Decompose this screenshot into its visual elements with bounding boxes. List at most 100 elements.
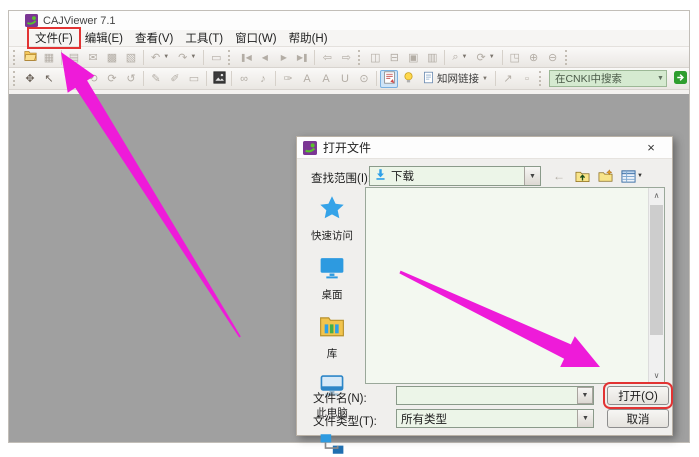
redo-button[interactable]: ↷▼ [174, 48, 200, 66]
menu-item-5[interactable]: 帮助(H) [283, 29, 334, 47]
page-setup-button[interactable]: ▭ [207, 48, 225, 66]
toolbar-grip[interactable] [13, 50, 18, 65]
pencil-tool-button[interactable]: ✎ [147, 70, 165, 88]
snapshot-button[interactable]: ▧ [122, 48, 140, 66]
chevron-down-icon[interactable]: ▼ [462, 54, 468, 60]
toolbar-grip[interactable] [228, 50, 233, 65]
zoom-out-button[interactable]: ⊖ [544, 48, 562, 66]
select-zone-button[interactable]: ◳ [506, 48, 524, 66]
menu-item-1[interactable]: 编辑(E) [79, 29, 129, 47]
highlight-text-button[interactable]: ✑ [279, 70, 297, 88]
save-button[interactable]: ▦ [40, 48, 58, 66]
cnki-link-button[interactable]: 知网链接▼ [418, 70, 492, 88]
stamp-button[interactable]: ▫ [518, 70, 536, 88]
views-icon[interactable]: ▼ [618, 166, 646, 186]
fit-width-button[interactable]: ◫ [366, 48, 384, 66]
menu-item-4[interactable]: 窗口(W) [229, 29, 283, 47]
scroll-down-icon[interactable]: ∨ [649, 368, 664, 383]
rotate-right-button[interactable]: ⟳ [103, 70, 121, 88]
open-file-button[interactable] [21, 48, 39, 66]
rotate-button[interactable]: ⟳▼ [472, 48, 498, 66]
fit-page-button[interactable]: ▣ [404, 48, 422, 66]
toolbar-grip[interactable] [565, 50, 570, 65]
link-tool-button[interactable]: ∞ [235, 70, 253, 88]
search-go-button[interactable]: ▼ [670, 70, 689, 88]
zoom-select-button[interactable]: ⌕▼ [448, 48, 471, 66]
close-icon[interactable]: × [636, 138, 666, 158]
undo-button[interactable]: ↶▼ [147, 48, 173, 66]
underline-button[interactable]: U [336, 70, 354, 88]
back-view-button[interactable]: ⇦ [318, 48, 336, 66]
copy-button[interactable]: ▩ [103, 48, 121, 66]
open-button[interactable]: 打开(O) [607, 386, 669, 405]
last-page-button[interactable]: ▶❚ [293, 48, 311, 66]
toolbar-separator [61, 50, 62, 65]
chevron-down-icon[interactable]: ▼ [190, 54, 196, 60]
toolbar-grip[interactable] [358, 50, 363, 65]
font-color-button[interactable]: A [298, 70, 316, 88]
toolbar-separator [495, 71, 496, 86]
forward-view-button[interactable]: ⇨ [337, 48, 355, 66]
strikeout-button[interactable]: A [317, 70, 335, 88]
text-select-button[interactable]: T [59, 70, 77, 88]
pencil-tool-icon: ✎ [151, 72, 160, 85]
vertical-scrollbar[interactable]: ∧ ∨ [648, 188, 664, 383]
dialog-titlebar[interactable]: 打开文件 × [297, 137, 672, 159]
hand-tool-button[interactable]: ✥ [21, 70, 39, 88]
select-tool-button[interactable]: ↖ [40, 70, 58, 88]
place-item-quick-access[interactable]: 快速访问 [300, 189, 364, 248]
image-tool-button[interactable] [210, 70, 228, 88]
rotate-left-button[interactable]: ⟲ [84, 70, 102, 88]
scrollbar-track[interactable] [649, 203, 664, 368]
filename-dropdown-icon[interactable]: ▼ [577, 387, 593, 404]
chevron-down-icon[interactable]: ▼ [524, 167, 540, 185]
back-icon[interactable]: ← [549, 166, 569, 186]
menu-item-3[interactable]: 工具(T) [179, 29, 229, 47]
zoom-in-button[interactable]: ⊕ [525, 48, 543, 66]
print-button[interactable]: ▤ [65, 48, 83, 66]
window-titlebar: CAJViewer 7.1 [9, 11, 689, 30]
file-list[interactable] [366, 188, 648, 383]
scrollbar-thumb[interactable] [650, 205, 663, 335]
place-item-library[interactable]: 库 [300, 307, 364, 366]
send-button[interactable]: ↗ [499, 70, 517, 88]
toolbar-grip[interactable] [539, 71, 544, 86]
fit-height-button[interactable]: ⊟ [385, 48, 403, 66]
email-button[interactable]: ✉ [84, 48, 102, 66]
pen-tool-button[interactable]: ✐ [166, 70, 184, 88]
chevron-down-icon[interactable]: ▼ [577, 410, 593, 427]
next-page-button[interactable]: ▶ [274, 48, 292, 66]
place-item-desktop[interactable]: 桌面 [300, 248, 364, 307]
chevron-down-icon[interactable]: ▼ [637, 173, 643, 179]
ocr-button[interactable] [380, 70, 398, 88]
filetype-combo[interactable]: 所有类型 ▼ [396, 409, 594, 428]
menu-item-0[interactable]: 文件(F) [29, 29, 79, 47]
scroll-up-icon[interactable]: ∧ [649, 188, 664, 203]
prev-page-button[interactable]: ◀ [255, 48, 273, 66]
first-page-button[interactable]: ❚◀ [236, 48, 254, 66]
place-item-network[interactable]: 网络 [300, 425, 364, 457]
menu-item-2[interactable]: 查看(V) [129, 29, 179, 47]
last-page-icon: ▶❚ [297, 53, 308, 62]
chevron-down-icon[interactable]: ▼ [482, 76, 488, 82]
look-in-combo[interactable]: 下载 ▼ [369, 166, 541, 186]
chevron-down-icon[interactable]: ▼ [657, 75, 664, 82]
cnki-search-input[interactable]: 在CNKI中搜索▼ [549, 70, 667, 87]
rotate-right-icon: ⟳ [107, 72, 116, 85]
toolbar-separator [444, 50, 445, 65]
circle-annot-button[interactable]: ⊙ [355, 70, 373, 88]
tip-button[interactable] [399, 70, 417, 88]
filetype-value: 所有类型 [401, 411, 447, 427]
continuous-view-button[interactable]: ▥ [423, 48, 441, 66]
rotate-180-button[interactable]: ↺ [122, 70, 140, 88]
up-one-level-icon[interactable] [572, 166, 592, 186]
new-folder-icon[interactable] [595, 166, 615, 186]
chevron-down-icon[interactable]: ▼ [489, 54, 495, 60]
filename-input[interactable] [396, 386, 594, 405]
toolbar-grip[interactable] [13, 71, 18, 86]
sound-annot-button[interactable]: ♪ [254, 70, 272, 88]
chevron-down-icon[interactable]: ▼ [163, 54, 169, 60]
cancel-button[interactable]: 取消 [607, 409, 669, 428]
rect-annot-button[interactable]: ▭ [185, 70, 203, 88]
fit-height-icon: ⊟ [390, 51, 399, 64]
